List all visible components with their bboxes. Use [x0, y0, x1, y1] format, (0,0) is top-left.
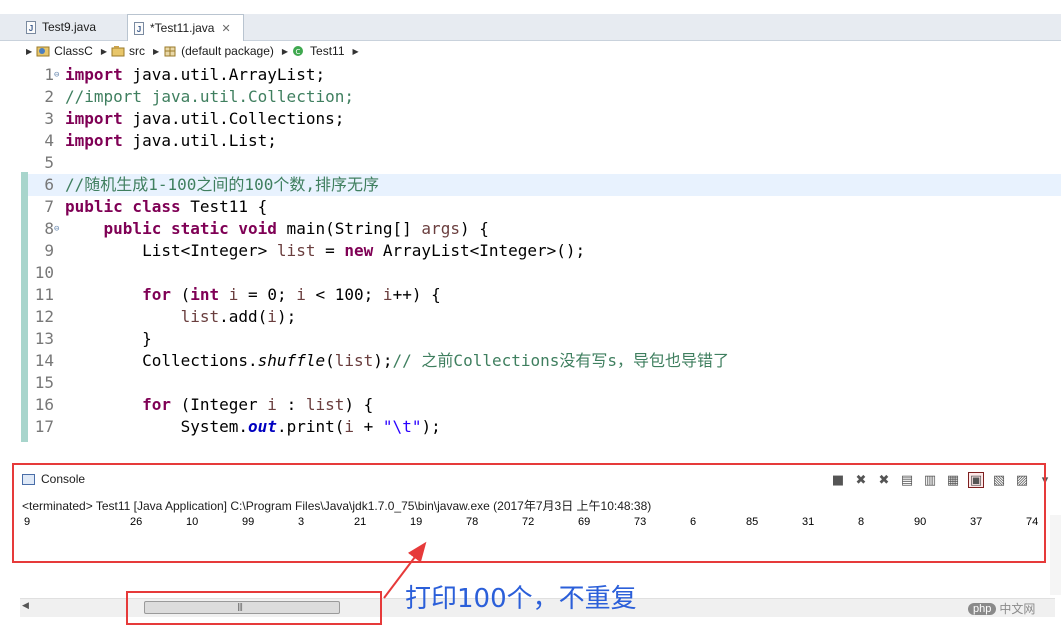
watermark-badge: php	[968, 602, 997, 615]
watermark-text: 中文网	[999, 602, 1036, 616]
annotation-text: 打印100个，不重复	[405, 584, 637, 614]
watermark: php 中文网	[968, 600, 1035, 617]
annotation-arrow	[383, 541, 427, 599]
